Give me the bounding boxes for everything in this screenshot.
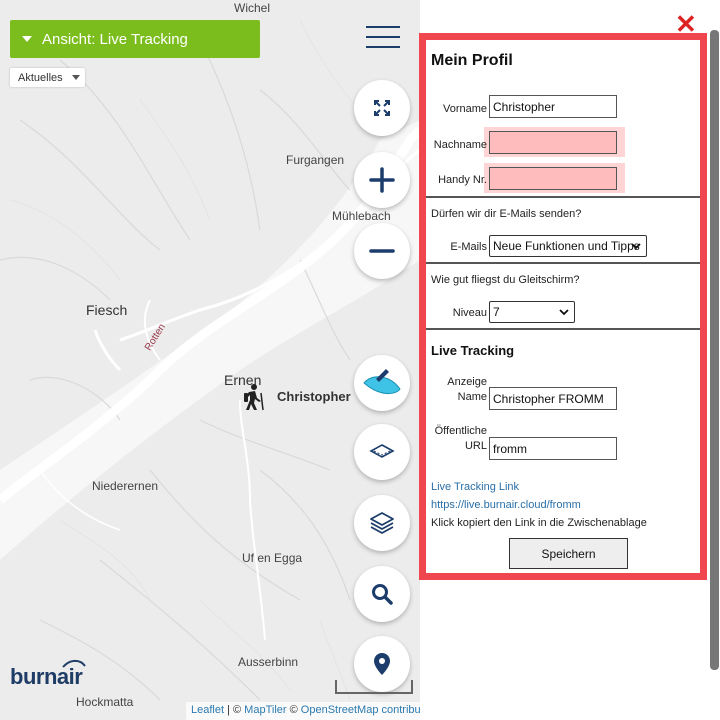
caret-down-icon	[71, 75, 80, 80]
view-select-label: Ansicht: Live Tracking	[42, 30, 188, 48]
anzeige-name-label: Anzeige Name	[426, 375, 487, 405]
attribution-sep: | ©	[224, 704, 245, 716]
aktuelles-dropdown[interactable]: Aktuelles	[10, 68, 85, 87]
anzeige-label-line1: Anzeige	[447, 376, 487, 388]
nachname-input[interactable]	[489, 131, 617, 154]
section-divider	[426, 328, 700, 330]
paraglider-icon	[363, 369, 401, 394]
menu-icon[interactable]	[366, 26, 400, 50]
attribution-sep: ©	[286, 704, 301, 716]
maptiler-link[interactable]: MapTiler	[244, 704, 286, 716]
place-label: Furgangen	[286, 153, 345, 167]
map-attribution: Leaflet | © MapTiler © OpenStreetMap con…	[186, 702, 444, 720]
leaflet-link[interactable]: Leaflet	[191, 704, 224, 716]
zoom-out-icon	[369, 249, 395, 253]
search-button[interactable]	[354, 566, 410, 622]
zoom-out-button[interactable]	[354, 223, 410, 279]
fullscreen-button[interactable]	[354, 80, 410, 136]
place-label: Niederernen	[92, 479, 159, 493]
url-label-line2: URL	[464, 440, 487, 452]
layers-icon	[370, 512, 394, 534]
burnair-logo: burnair	[10, 659, 86, 690]
map-scale-bar	[335, 680, 413, 694]
email-question: Dürfen wir dir E-Mails senden?	[431, 208, 582, 220]
profile-form: Mein Profil Vorname Nachname Handy Nr. D…	[419, 33, 707, 580]
place-label: Uf en Egga	[242, 551, 303, 565]
anzeige-name-input[interactable]	[489, 387, 617, 410]
public-url-label: Öffentliche URL	[426, 424, 487, 454]
view-select-dropdown[interactable]: Ansicht: Live Tracking	[10, 20, 260, 58]
copy-hint: Klick kopiert den Link in die Zwischenab…	[431, 517, 647, 529]
chevron-down-icon	[631, 243, 641, 250]
side-panel-scrollbar[interactable]	[710, 30, 719, 670]
url-label-line1: Öffentliche	[434, 425, 487, 437]
niveau-selected: 7	[493, 305, 500, 319]
live-tracking-url-link[interactable]: https://live.burnair.cloud/fromm	[431, 499, 581, 511]
nachname-label: Nachname	[433, 139, 487, 151]
osm-link[interactable]: OpenStreetMap contributors	[301, 704, 439, 716]
location-pin-icon	[374, 653, 390, 675]
logo-swoosh-icon	[62, 659, 86, 668]
layer-outline-icon	[369, 444, 395, 458]
caret-down-icon	[22, 36, 32, 42]
public-url-input[interactable]	[489, 437, 617, 460]
skill-question: Wie gut fliegst du Gleitschirm?	[431, 274, 580, 286]
live-tracking-link-title[interactable]: Live Tracking Link	[431, 481, 519, 493]
search-icon	[372, 584, 393, 605]
zoom-in-button[interactable]	[354, 152, 410, 208]
place-label: Wichel	[234, 1, 271, 15]
fullscreen-icon	[374, 100, 390, 116]
profile-title: Mein Profil	[431, 52, 513, 69]
layer-outline-button[interactable]	[354, 424, 410, 480]
layers-button[interactable]	[354, 495, 410, 551]
emails-selected: Neue Funktionen und Tipps	[493, 239, 640, 253]
emails-select[interactable]: Neue Funktionen und Tipps	[489, 235, 647, 257]
place-label: Ausserbinn	[238, 655, 299, 669]
place-label: Fiesch	[86, 302, 128, 318]
aktuelles-label: Aktuelles	[18, 71, 63, 84]
place-label: Mühlebach	[332, 209, 391, 223]
section-divider	[426, 262, 700, 264]
emails-label: E-Mails	[450, 241, 487, 253]
place-label: Hockmatta	[76, 695, 134, 709]
vorname-label: Vorname	[442, 103, 487, 115]
niveau-select[interactable]: 7	[489, 301, 575, 323]
live-tracking-title: Live Tracking	[431, 343, 515, 358]
marker-name-label: Christopher	[277, 389, 351, 404]
paraglider-button[interactable]	[354, 355, 410, 411]
section-divider	[426, 196, 700, 198]
vorname-input[interactable]	[489, 95, 617, 118]
handy-label: Handy Nr.	[438, 174, 487, 186]
zoom-in-icon	[369, 167, 395, 193]
anzeige-label-line2: Name	[457, 391, 487, 403]
chevron-down-icon	[559, 309, 569, 316]
hiker-marker-icon[interactable]	[241, 383, 265, 411]
save-button[interactable]: Speichern	[509, 538, 628, 569]
niveau-label: Niveau	[452, 307, 487, 319]
handy-input[interactable]	[489, 167, 617, 190]
